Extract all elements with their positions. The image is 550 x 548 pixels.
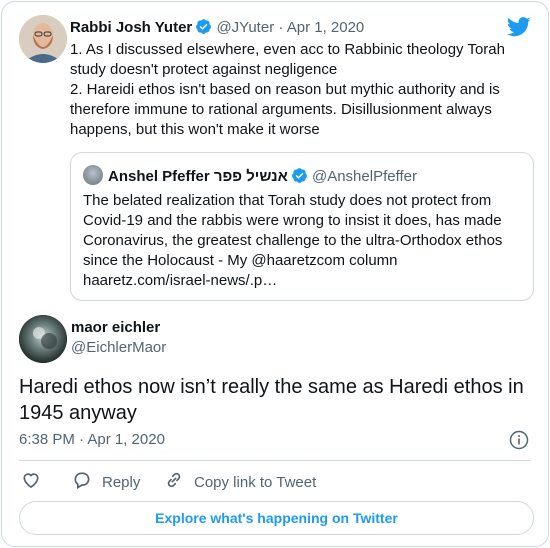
meta-separator: · [278,19,284,36]
quoted-tweet-text: The belated realization that Torah study… [83,192,503,289]
parent-header: Rabbi Josh Yuter @JYuter · Apr 1, 2020 [70,18,364,41]
copy-link-label: Copy link to Tweet [194,474,317,491]
copy-link-button[interactable]: Copy link to Tweet [164,470,316,496]
reply-handle[interactable]: @EichlerMaor [71,338,166,358]
reply-button[interactable]: Reply [72,470,140,496]
reply-bubble-icon [72,470,102,496]
reply-label: Reply [102,474,141,491]
parent-handle[interactable]: @JYuter [216,19,274,36]
explore-twitter-button[interactable]: Explore what's happening on Twitter [19,501,534,535]
parent-line-1: 1. As I discussed elsewhere, even acc to… [70,41,505,78]
divider [19,460,531,461]
quoted-handle: @AnshelPfeffer [311,168,417,185]
parent-tweet-text: 1. As I discussed elsewhere, even acc to… [70,40,525,140]
verified-badge-icon [195,18,212,41]
twitter-bird-icon[interactable] [507,17,531,42]
quoted-avatar [83,165,103,185]
verified-badge-icon [291,167,308,190]
parent-date[interactable]: Apr 1, 2020 [287,19,365,36]
quoted-tweet-header: Anshel Pfeffer אנשיל פפר @AnshelPfeffer [83,165,417,190]
tweet-embed-card: Rabbi Josh Yuter @JYuter · Apr 1, 2020 1… [1,1,549,547]
quoted-tweet[interactable]: Anshel Pfeffer אנשיל פפר @AnshelPfeffer … [70,152,534,301]
parent-author-name[interactable]: Rabbi Josh Yuter [70,19,192,36]
quoted-author-name: Anshel Pfeffer אנשיל פפר [108,168,288,185]
parent-avatar[interactable] [19,15,67,63]
parent-line-2: 2. Hareidi ethos isn't based on reason b… [70,81,500,138]
like-button[interactable] [21,470,51,496]
heart-icon [21,470,51,496]
reply-timestamp[interactable]: 6:38 PM · Apr 1, 2020 [19,430,165,450]
reply-tweet-text: Haredi ethos now isn’t really the same a… [19,376,524,424]
link-icon [164,470,194,496]
info-icon[interactable] [509,430,529,455]
reply-avatar[interactable] [19,315,67,363]
reply-author-name[interactable]: maor eichler [71,318,160,338]
